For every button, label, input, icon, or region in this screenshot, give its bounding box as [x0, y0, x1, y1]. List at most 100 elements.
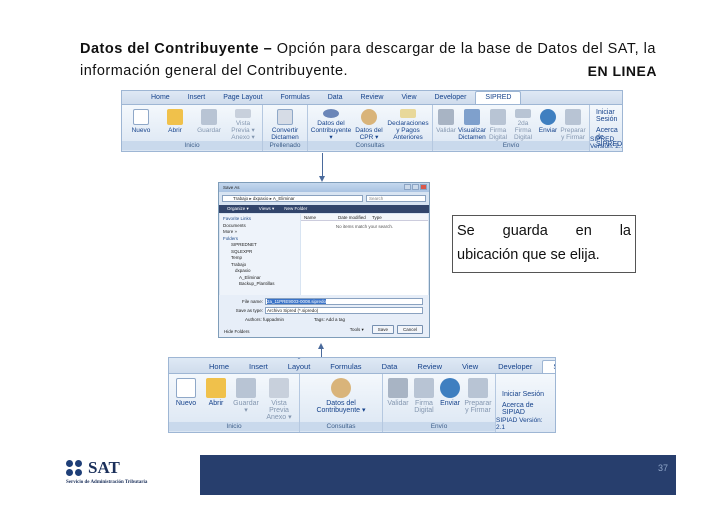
hide-folders-button[interactable]: Hide Folders — [224, 329, 250, 334]
group2-inicio: Nuevo Abrir Guardar ▾ Vista Previa Anexo… — [169, 374, 300, 432]
tab2-insert[interactable]: Insert — [239, 361, 278, 373]
vista-previa-button[interactable]: Vista Previa ▾ Anexo ▾ — [226, 107, 260, 141]
nuevo-button[interactable]: Nuevo — [124, 107, 158, 141]
callout-line-2: ubicación que se elija. — [457, 247, 600, 263]
tab-developer[interactable]: Developer — [426, 92, 476, 104]
ribbon-tabs: Home Insert Page Layout Formulas Data Re… — [122, 91, 622, 105]
guardar-button[interactable]: Guardar — [192, 107, 226, 141]
col-type[interactable]: Type — [369, 214, 403, 220]
file-list[interactable]: Name Date modified Type No items match y… — [301, 214, 428, 295]
tab-data[interactable]: Data — [319, 92, 352, 104]
tags-field[interactable]: Tags: Add a tag — [314, 317, 345, 322]
vista-previa2-button[interactable]: Vista Previa Anexo ▾ — [261, 376, 297, 422]
new-document-icon — [133, 109, 149, 125]
firma-label: Firma Digital — [488, 127, 508, 141]
firma-digital-button[interactable]: Firma Digital — [487, 107, 509, 141]
validar2-label: Validar — [387, 400, 409, 407]
nuevo2-button[interactable]: Nuevo — [171, 376, 201, 422]
session2-group: Iniciar Sesión Acerca de SIPIAD SIPIAD V… — [496, 374, 555, 432]
logo-dots-icon — [66, 460, 84, 478]
tab-insert[interactable]: Insert — [179, 92, 215, 104]
enviar2-label: Enviar — [440, 400, 460, 407]
file-name-value: 2a_11PRE9003-0008.sipredo — [267, 299, 326, 304]
iniciar-sesion-link[interactable]: Iniciar Sesión — [596, 109, 622, 123]
sipiad-ribbon: Home Insert Page Layout Formulas Data Re… — [168, 357, 556, 433]
firma-digital2-button[interactable]: Firma Digital — [411, 376, 437, 422]
views-button[interactable]: Views ▾ — [259, 205, 274, 213]
tab-page-layout[interactable]: Page Layout — [214, 92, 271, 104]
tab2-data[interactable]: Data — [372, 361, 408, 373]
abrir-button[interactable]: Abrir — [158, 107, 192, 141]
tab2-formulas[interactable]: Formulas — [320, 361, 371, 373]
declaraciones-button[interactable]: Declaraciones y Pagos Anteriores — [386, 107, 430, 141]
callout-line-1: Se guarda en la — [457, 223, 631, 239]
guardar2-button[interactable]: Guardar ▾ — [231, 376, 261, 422]
person-icon — [323, 109, 339, 118]
declaraciones-label: Declaraciones y Pagos Anteriores — [387, 120, 429, 141]
preparar2-label: Preparar y Firmar — [464, 400, 492, 414]
iniciar-sesion2-link[interactable]: Iniciar Sesión — [502, 391, 549, 398]
close-button[interactable] — [420, 184, 427, 190]
datos-contribuyente-button[interactable]: Datos del Contribuyente ▾ — [310, 107, 352, 141]
version-label: SIPRED Versión: 2.1 — [590, 136, 623, 150]
tab-formulas[interactable]: Formulas — [272, 92, 319, 104]
enviar-button[interactable]: Enviar — [537, 107, 559, 141]
enviar2-button[interactable]: Enviar — [437, 376, 463, 422]
file-name-field[interactable]: 2a_11PRE9003-0008.sipredo — [265, 298, 423, 305]
tab2-developer[interactable]: Developer — [488, 361, 542, 373]
group-inicio: Nuevo Abrir Guardar Vista Previa ▾ Anexo … — [122, 105, 263, 151]
tools-menu[interactable]: Tools ▾ — [345, 326, 369, 333]
save-button[interactable]: Save — [371, 325, 394, 334]
session-group: Iniciar Sesión Acerca de SIPRED SIPRED V… — [590, 105, 623, 151]
save-type-select[interactable]: Archivo Sipred (*.sipredo) — [265, 307, 423, 314]
vista-previa2-label: Vista Previa Anexo ▾ — [266, 400, 292, 421]
convertir-dictamen-button[interactable]: Convertir Dictamen — [265, 107, 305, 141]
segunda-firma-button[interactable]: 2da Firma Digital — [509, 107, 537, 141]
print-preview-icon — [269, 378, 289, 398]
tab2-home[interactable]: Home — [199, 361, 239, 373]
segunda-firma-label: 2da Firma Digital — [513, 120, 533, 141]
logo-text: SAT — [88, 458, 120, 477]
col-date[interactable]: Date modified — [335, 214, 369, 220]
tab2-page-layout[interactable]: Page Layout — [278, 358, 321, 373]
acerca-sipiad-link[interactable]: Acerca de SIPIAD — [502, 402, 549, 416]
nuevo-label: Nuevo — [131, 127, 151, 134]
address-bar[interactable]: Trabajo ▸ dxpaxio ▸ A_Eliminar — [222, 194, 363, 202]
tab2-view[interactable]: View — [452, 361, 488, 373]
cancel-button[interactable]: Cancel — [396, 325, 423, 334]
datos-cpr-button[interactable]: Datos del CPR ▾ — [352, 107, 386, 141]
tab2-review[interactable]: Review — [407, 361, 452, 373]
group2-label-envio: Envío — [383, 422, 495, 431]
pen-icon — [414, 378, 434, 398]
organize-button[interactable]: Organize ▾ — [227, 205, 249, 213]
group-consultas: Datos del Contribuyente ▾ Datos del CPR … — [308, 105, 433, 151]
tab-home[interactable]: Home — [142, 92, 179, 104]
pen-icon — [490, 109, 506, 125]
datos-contribuyente2-button[interactable]: Datos del Contribuyente ▾ — [314, 376, 368, 422]
abrir2-button[interactable]: Abrir — [201, 376, 231, 422]
title-bold: Datos del Contribuyente – — [80, 41, 273, 57]
search-input[interactable]: Search — [366, 194, 426, 202]
preparar-firmar2-button[interactable]: Preparar y Firmar — [463, 376, 493, 422]
page-number: 37 — [657, 463, 668, 473]
nuevo2-label: Nuevo — [175, 400, 197, 407]
print-preview-icon — [235, 109, 251, 118]
validar-button[interactable]: Validar — [435, 107, 457, 141]
maximize-button[interactable] — [412, 184, 419, 190]
validar-label: Validar — [436, 127, 456, 134]
preparar-firmar-button[interactable]: Preparar y Firmar — [559, 107, 587, 141]
new-folder-button[interactable]: New Folder — [284, 205, 307, 213]
prepare-icon — [565, 109, 581, 125]
authors-field[interactable]: Authors: fuppadmin — [245, 317, 284, 322]
minimize-button[interactable] — [404, 184, 411, 190]
tab2-sipiad[interactable]: SIPIAD — [542, 360, 555, 373]
col-name[interactable]: Name — [301, 214, 335, 220]
validar2-button[interactable]: Validar — [385, 376, 411, 422]
group-envio: Validar Visualizar Dictamen Firma Digita… — [433, 105, 590, 151]
tab-sipred[interactable]: SIPRED — [475, 91, 522, 104]
folder-backup[interactable]: Backup_Plantillas — [223, 281, 297, 288]
visualizar-dictamen-button[interactable]: Visualizar Dictamen — [457, 107, 487, 141]
tab-view[interactable]: View — [392, 92, 425, 104]
firma2-label: Firma Digital — [414, 400, 434, 414]
tab-review[interactable]: Review — [352, 92, 393, 104]
